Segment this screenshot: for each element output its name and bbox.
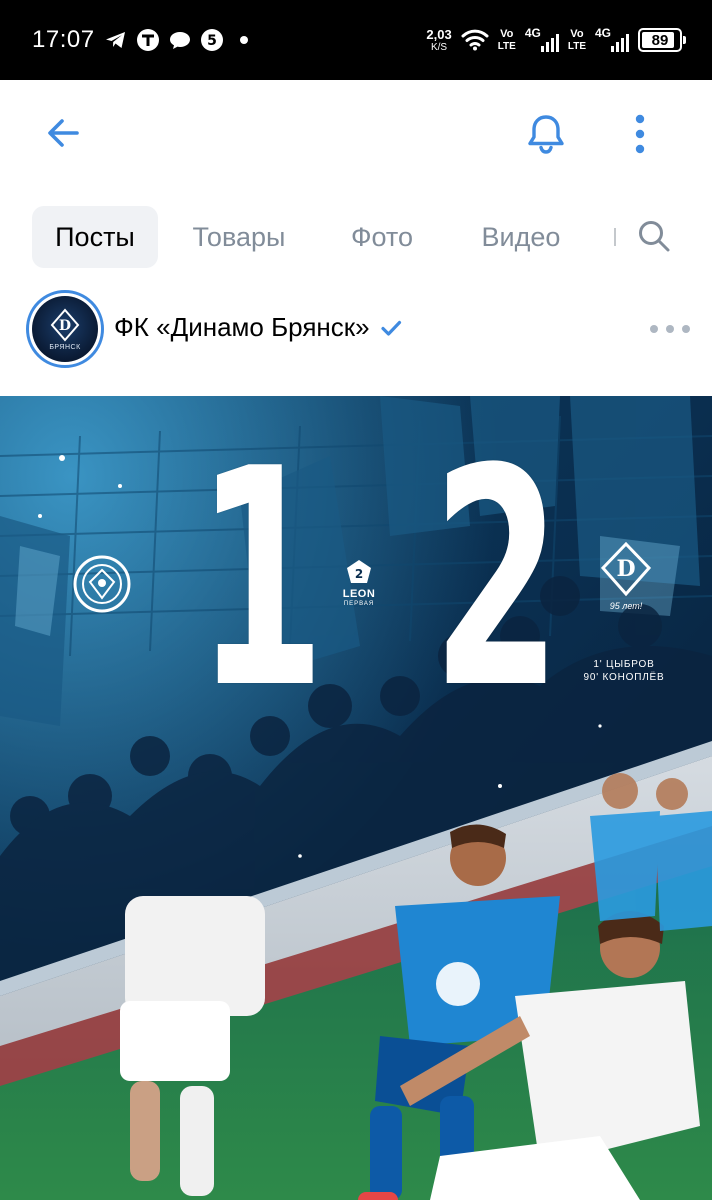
- wifi-icon: [461, 29, 489, 51]
- score-away: 2: [432, 405, 562, 754]
- svg-text:D: D: [616, 556, 635, 582]
- five-icon: 5: [200, 28, 224, 52]
- home-team-logo: [66, 554, 138, 614]
- verified-icon: [381, 320, 401, 336]
- notifications-button[interactable]: [520, 108, 572, 160]
- battery-icon: 89: [638, 28, 686, 52]
- app-header: [0, 80, 712, 190]
- tab-posts[interactable]: Посты: [32, 206, 158, 268]
- status-indicators: 2,03 K/S Vo LTE 4G Vo LTE 4G 89: [426, 22, 686, 58]
- league-name: LEON: [342, 588, 376, 600]
- dynamo-emblem-icon: D: [50, 307, 80, 342]
- avatar-caption: БРЯНСК: [49, 343, 81, 351]
- section-tabs: Посты Товары Фото Видео: [0, 200, 712, 274]
- search-icon: [639, 221, 670, 252]
- search-button[interactable]: [632, 214, 676, 258]
- network-type: 4G: [524, 26, 541, 40]
- more-options-button[interactable]: [620, 108, 660, 160]
- tab-goods[interactable]: Товары: [172, 206, 306, 268]
- message-icon: [168, 28, 192, 52]
- scorer-1: 1' ЦЫБРОВ: [593, 659, 655, 670]
- post-more-button[interactable]: [650, 316, 690, 342]
- score-home: 1: [196, 405, 326, 754]
- network-type: 4G: [595, 26, 612, 40]
- notification-icons: 5: [104, 26, 256, 54]
- tinkoff-icon: [136, 28, 160, 52]
- dot: [666, 325, 674, 333]
- svg-text:D: D: [59, 318, 71, 334]
- dot-icon: [232, 28, 256, 52]
- signal-icon-sim1: 4G: [525, 26, 559, 54]
- svg-text:5: 5: [207, 33, 217, 49]
- post-image[interactable]: 1 2 2 LEON ПЕРВАЯ D 95 лет! 1' ЦЫБРОВ 90…: [0, 396, 712, 1200]
- arrow-left-icon: [48, 119, 79, 147]
- club-logo: D БРЯНСК: [32, 296, 98, 362]
- battery-percent: 89: [651, 31, 669, 49]
- volte-indicator-2: Vo LTE: [567, 27, 586, 52]
- network-speed: 2,03 K/S: [426, 28, 451, 53]
- more-vertical-icon: [635, 114, 645, 154]
- tab-divider: [614, 228, 616, 246]
- avatar[interactable]: D БРЯНСК: [26, 290, 104, 368]
- signal-icon-sim2: 4G: [595, 26, 629, 54]
- volte-top: Vo: [500, 27, 514, 40]
- scorer-2: 90' КОНОПЛЁВ: [583, 672, 665, 683]
- league-emblem-icon: 2: [347, 560, 371, 583]
- volte-top: Vo: [570, 27, 584, 40]
- speed-value: 2,03: [426, 26, 452, 42]
- status-time: 17:07: [32, 26, 95, 53]
- post-header: D БРЯНСК ФК «Динамо Брянск»: [0, 286, 712, 382]
- league-logo: 2 LEON ПЕРВАЯ: [332, 558, 386, 607]
- anniversary-text: 95 лет!: [609, 601, 643, 611]
- tab-videos[interactable]: Видео: [460, 206, 582, 268]
- speed-unit: K/S: [430, 41, 448, 53]
- svg-text:2: 2: [355, 567, 363, 581]
- telegram-icon: [104, 28, 128, 52]
- match-result-graphic: [0, 396, 712, 1200]
- volte-indicator-1: Vo LTE: [497, 27, 516, 52]
- dot: [682, 325, 690, 333]
- goal-scorers: 1' ЦЫБРОВ 90' КОНОПЛЁВ: [560, 658, 688, 684]
- notification-badge: [358, 1192, 398, 1200]
- away-team-logo: D 95 лет!: [590, 542, 662, 611]
- volte-bottom: LTE: [497, 40, 516, 52]
- author-name[interactable]: ФК «Динамо Брянск»: [114, 312, 370, 343]
- home-team-emblem-icon: [73, 555, 131, 613]
- back-button[interactable]: [40, 110, 86, 156]
- volte-bottom: LTE: [567, 40, 586, 52]
- dot: [650, 325, 658, 333]
- league-subtitle: ПЕРВАЯ: [343, 601, 375, 607]
- tab-photos[interactable]: Фото: [330, 206, 434, 268]
- status-bar: 17:07 5 2,03 K/S Vo LTE 4G Vo LTE 4G 89: [0, 0, 712, 80]
- bell-icon: [528, 115, 564, 154]
- dynamo-emblem-icon: D: [601, 542, 651, 597]
- post-author[interactable]: ФК «Динамо Брянск»: [114, 312, 402, 343]
